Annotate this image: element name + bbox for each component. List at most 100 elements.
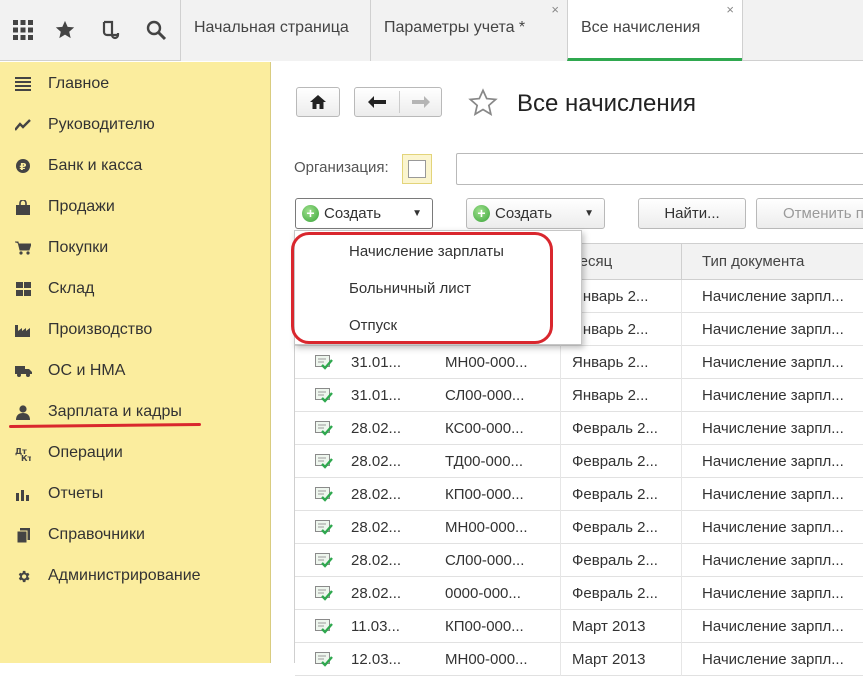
sidebar-item-label: Отчеты bbox=[48, 485, 104, 502]
cancel-search-button[interactable]: Отменить п bbox=[756, 198, 863, 229]
sidebar-item-bank[interactable]: ₽ Банк и касса bbox=[0, 149, 271, 183]
cell-doc-type: Начисление зарпл... bbox=[702, 288, 844, 305]
search-icon[interactable] bbox=[133, 0, 178, 60]
cell-date: 31.01... bbox=[351, 387, 402, 404]
column-divider bbox=[681, 346, 682, 379]
organization-checkbox[interactable] bbox=[402, 154, 432, 184]
table-row[interactable]: 31.01... СЛ00-000... Январь 2... Начисление… bbox=[295, 379, 863, 412]
warehouse-grid-icon bbox=[14, 280, 32, 298]
sidebar-item-directories[interactable]: Справочники bbox=[0, 518, 271, 552]
chevron-down-icon: ▼ bbox=[412, 208, 422, 219]
sidebar-item-sales[interactable]: Продажи bbox=[0, 190, 271, 224]
home-button[interactable] bbox=[296, 87, 340, 117]
column-divider bbox=[560, 544, 561, 577]
apps-grid-icon[interactable] bbox=[0, 0, 45, 60]
create-dropdown-button[interactable]: + Создать ▼ bbox=[295, 198, 433, 229]
cancel-search-label: Отменить п bbox=[783, 205, 863, 222]
sidebar-item-label: Продажи bbox=[48, 198, 115, 215]
cell-date: 12.03... bbox=[351, 651, 402, 668]
back-button[interactable] bbox=[355, 88, 399, 116]
tab-home[interactable]: Начальная страница bbox=[180, 0, 370, 61]
sidebar-item-manager[interactable]: Руководителю bbox=[0, 108, 271, 142]
sidebar-item-purchases[interactable]: Покупки bbox=[0, 231, 271, 265]
cell-month: Январь 2... bbox=[572, 387, 649, 404]
cell-doc-type: Начисление зарпл... bbox=[702, 651, 844, 668]
history-icon[interactable] bbox=[87, 0, 132, 60]
column-divider bbox=[560, 346, 561, 379]
column-divider bbox=[681, 280, 682, 313]
cell-date: 28.02... bbox=[351, 486, 402, 503]
find-label: Найти... bbox=[664, 205, 720, 222]
sidebar-item-reports[interactable]: Отчеты bbox=[0, 477, 271, 511]
column-header-doc-type[interactable]: Тип документа bbox=[702, 253, 804, 270]
find-button[interactable]: Найти... bbox=[638, 198, 746, 229]
factory-icon bbox=[14, 321, 32, 339]
column-divider bbox=[560, 445, 561, 478]
forward-button[interactable] bbox=[399, 88, 443, 116]
close-icon[interactable]: × bbox=[726, 2, 734, 17]
sidebar-item-fixed-assets[interactable]: ОС и НМА bbox=[0, 354, 271, 388]
cell-month: Февраль 2... bbox=[572, 585, 658, 602]
cell-month: Февраль 2... bbox=[572, 453, 658, 470]
organization-field[interactable] bbox=[456, 153, 863, 185]
sidebar-item-label: Зарплата и кадры bbox=[48, 403, 182, 420]
cell-date: 28.02... bbox=[351, 585, 402, 602]
table-row[interactable]: 12.03... МН00-000... Март 2013 Начисление з… bbox=[295, 643, 863, 676]
table-row[interactable]: 28.02... 0000-000... Февраль 2... Начислени… bbox=[295, 577, 863, 610]
posted-document-icon bbox=[315, 619, 333, 634]
sidebar-item-label: Операции bbox=[48, 444, 123, 461]
svg-text:₽: ₽ bbox=[20, 162, 27, 173]
cell-date: 31.01... bbox=[351, 354, 402, 371]
main-content: Все начисления Организация: + Создать ▼ … bbox=[272, 62, 863, 676]
table-row[interactable]: 28.02... МН00-000... Февраль 2... Начислени… bbox=[295, 511, 863, 544]
column-divider bbox=[681, 445, 682, 478]
bar-chart-icon bbox=[14, 485, 32, 503]
sidebar-item-operations[interactable]: Дт Кт Операции bbox=[0, 436, 271, 470]
column-divider bbox=[560, 643, 561, 676]
sidebar-item-main[interactable]: Главное bbox=[0, 67, 271, 101]
cell-number: МН00-000... bbox=[445, 354, 528, 371]
column-divider bbox=[681, 643, 682, 676]
column-divider bbox=[560, 511, 561, 544]
create-button-secondary[interactable]: + Создать ▼ bbox=[466, 198, 605, 229]
cell-number: 0000-000... bbox=[445, 585, 521, 602]
plus-icon: + bbox=[302, 205, 319, 222]
column-divider bbox=[681, 412, 682, 445]
cell-number: КП00-000... bbox=[445, 486, 524, 503]
cell-doc-type: Начисление зарпл... bbox=[702, 618, 844, 635]
table-row[interactable]: 28.02... ТД00-000... Февраль 2... Начислени… bbox=[295, 445, 863, 478]
cell-doc-type: Начисление зарпл... bbox=[702, 486, 844, 503]
tab-divider bbox=[742, 0, 743, 61]
page-title: Все начисления bbox=[517, 90, 697, 117]
table-row[interactable]: 11.03... КП00-000... Март 2013 Начисление з… bbox=[295, 610, 863, 643]
column-divider bbox=[560, 478, 561, 511]
cell-doc-type: Начисление зарпл... bbox=[702, 354, 844, 371]
star-icon[interactable] bbox=[42, 0, 87, 60]
sidebar-item-administration[interactable]: Администрирование bbox=[0, 559, 271, 593]
sidebar-item-label: Администрирование bbox=[48, 567, 201, 584]
cell-month: Февраль 2... bbox=[572, 420, 658, 437]
sidebar-item-warehouse[interactable]: Склад bbox=[0, 272, 271, 306]
table-row[interactable]: 28.02... КС00-000... Февраль 2... Начислени… bbox=[295, 412, 863, 445]
table-row[interactable]: 31.01... МН00-000... Январь 2... Начисление… bbox=[295, 346, 863, 379]
trend-icon bbox=[14, 116, 32, 134]
table-row[interactable]: 28.02... КП00-000... Февраль 2... Начислени… bbox=[295, 478, 863, 511]
close-icon[interactable]: × bbox=[551, 2, 559, 17]
column-divider bbox=[681, 313, 682, 346]
posted-document-icon bbox=[315, 421, 333, 436]
create-label: Создать bbox=[495, 205, 553, 222]
cell-number: ТД00-000... bbox=[445, 453, 524, 470]
tab-accounting-settings[interactable]: Параметры учета * × bbox=[370, 0, 567, 61]
bag-icon bbox=[14, 198, 32, 216]
sidebar-item-production[interactable]: Производство bbox=[0, 313, 271, 347]
posted-document-icon bbox=[315, 520, 333, 535]
table-row[interactable]: 28.02... СЛ00-000... Февраль 2... Начислени… bbox=[295, 544, 863, 577]
cell-number: СЛ00-000... bbox=[445, 387, 525, 404]
create-label: Создать bbox=[324, 205, 382, 222]
posted-document-icon bbox=[315, 454, 333, 469]
cell-month: Январь 2... bbox=[572, 354, 649, 371]
home-icon bbox=[310, 95, 326, 109]
tab-all-accruals[interactable]: Все начисления × bbox=[567, 0, 742, 61]
favorite-star-icon[interactable] bbox=[467, 87, 499, 119]
gear-icon bbox=[14, 567, 32, 585]
